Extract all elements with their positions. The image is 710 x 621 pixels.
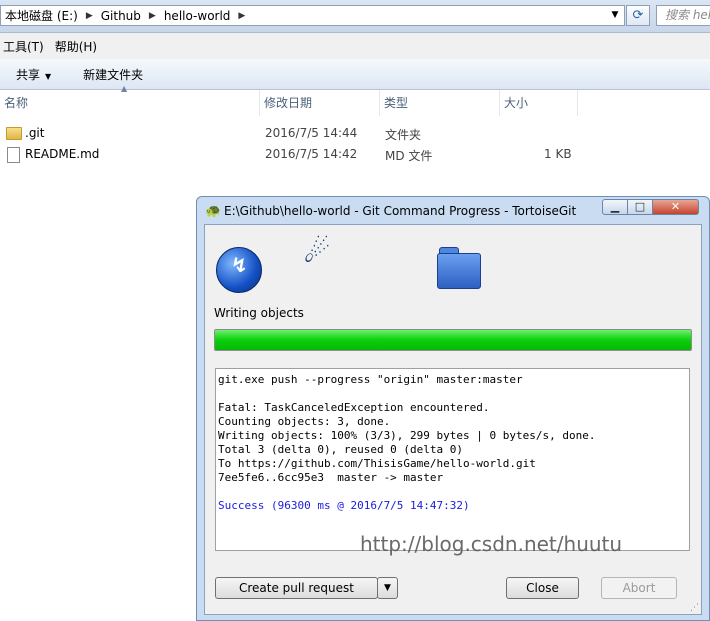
breadcrumb-separator-icon[interactable]: ▶ [82,11,97,21]
abort-button: Abort [601,577,677,599]
minimize-icon: ▁ [610,200,620,213]
log-line: Counting objects: 3, done. [218,415,391,428]
breadcrumb-github[interactable]: Github [97,9,145,23]
folder-icon [6,127,22,140]
pull-request-dropdown-button[interactable]: ▼ [377,577,398,599]
dialog-body: ↯ ☄ Writing objects git.exe push --progr… [204,224,702,615]
column-headers: ▲ 名称 修改日期 类型 大小 [0,84,710,116]
folder-body [437,253,481,289]
refresh-button[interactable]: ⟳ [626,5,650,26]
file-size: 1 KB [544,147,572,161]
column-header-type[interactable]: 类型 [380,90,500,116]
breadcrumb-separator-icon[interactable]: ▶ [145,11,160,21]
menu-bar: 工具(T) 帮助(H) [0,33,710,59]
new-folder-button[interactable]: 新建文件夹 [67,66,159,83]
close-icon: ✕ [670,200,681,213]
log-line: To https://github.com/ThisisGame/hello-w… [218,457,536,470]
close-window-button[interactable]: ✕ [652,199,699,215]
create-pull-request-button[interactable]: Create pull request [215,577,378,599]
address-dropdown-icon[interactable]: ▼ [608,8,622,23]
breadcrumb-drive[interactable]: 本地磁盘 (E:) [1,7,82,24]
resize-grip-icon[interactable]: ⋰ [690,603,699,613]
command-output-log[interactable]: git.exe push --progress "origin" master:… [215,368,690,551]
log-line: Writing objects: 100% (3/3), 299 bytes |… [218,429,596,442]
menu-tools[interactable]: 工具(T) [0,38,52,55]
tortoise-animation-icon: ☄ [303,235,331,270]
chevron-down-icon: ▼ [45,71,52,81]
git-progress-dialog: 🐢 E:\Github\hello-world - Git Command Pr… [196,196,710,621]
file-type: 文件夹 [385,128,422,142]
file-name: .git [25,126,45,140]
search-input[interactable]: 搜索 hello-world [656,5,710,26]
remote-arrow-icon: ↯ [231,253,248,277]
column-header-name[interactable]: 名称 [0,90,260,116]
file-name: README.md [25,147,100,161]
breadcrumb-separator-icon[interactable]: ▶ [234,11,249,21]
log-line: git.exe push --progress "origin" master:… [218,373,523,386]
log-line: Total 3 (delta 0), reused 0 (delta 0) [218,443,464,456]
file-type: MD 文件 [385,149,433,163]
log-line: 7ee5fe6..6cc95e3 master -> master [218,471,444,484]
share-label: 共享 [16,67,41,82]
chevron-down-icon: ▼ [384,583,391,593]
column-header-date[interactable]: 修改日期 [260,90,380,116]
file-row[interactable]: .git 2016/7/5 14:44 文件夹 [0,123,600,144]
share-button[interactable]: 共享 ▼ [0,66,67,83]
refresh-icon: ⟳ [632,8,644,23]
minimize-button[interactable]: ▁ [602,199,628,215]
operation-label: Writing objects [214,306,304,320]
column-header-size[interactable]: 大小 [500,90,578,116]
log-line: Fatal: TaskCanceledException encountered… [218,401,490,414]
breadcrumb-hello-world[interactable]: hello-world [160,9,235,23]
address-bar: 本地磁盘 (E:) ▶ Github ▶ hello-world ▶ ▼ ⟳ 搜… [0,0,710,33]
maximize-button[interactable]: □ [627,199,653,215]
document-icon [7,147,20,163]
progress-bar-fill [215,330,691,350]
watermark: http://blog.csdn.net/huutu [360,532,623,556]
explorer-toolbar: 共享 ▼ 新建文件夹 [0,59,710,90]
file-date: 2016/7/5 14:44 [265,126,358,140]
maximize-icon: □ [634,200,646,213]
tortoisegit-icon: 🐢 [205,204,222,219]
progress-bar [214,329,692,351]
file-date: 2016/7/5 14:42 [265,147,358,161]
dialog-title: E:\Github\hello-world - Git Command Prog… [224,204,577,218]
dialog-titlebar[interactable]: 🐢 E:\Github\hello-world - Git Command Pr… [197,197,709,224]
breadcrumb[interactable]: 本地磁盘 (E:) ▶ Github ▶ hello-world ▶ ▼ [0,5,625,26]
local-folder-icon [437,247,483,289]
menu-help[interactable]: 帮助(H) [52,38,105,55]
file-row[interactable]: README.md 2016/7/5 14:42 MD 文件 1 KB [0,144,600,165]
close-button[interactable]: Close [506,577,579,599]
success-line: Success (96300 ms @ 2016/7/5 14:47:32) [218,499,470,512]
